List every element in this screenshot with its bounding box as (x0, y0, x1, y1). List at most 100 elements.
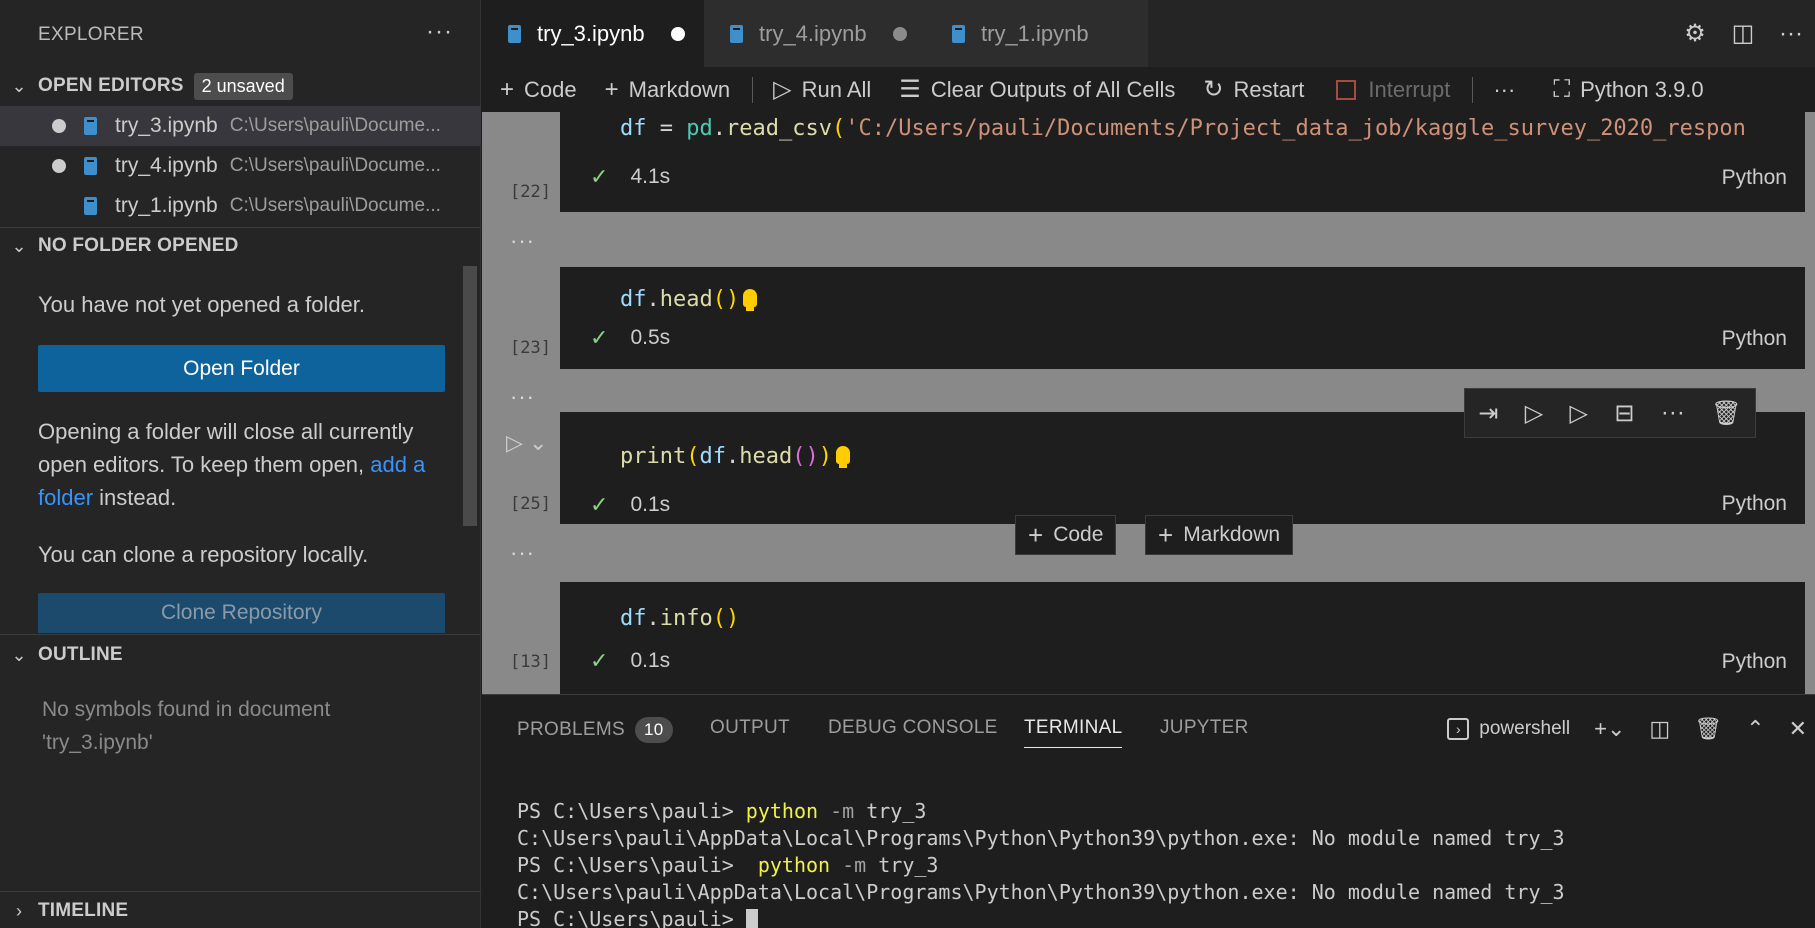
clear-outputs-button[interactable]: ☰ Clear Outputs of All Cells (899, 75, 1175, 104)
dirty-dot-icon[interactable] (52, 159, 66, 173)
tab-label: try_3.ipynb (537, 20, 645, 46)
cell-language[interactable]: Python (1722, 327, 1787, 351)
tab-label: try_4.ipynb (759, 20, 867, 46)
add-code-label: Code (524, 76, 577, 102)
open-editor-item[interactable]: try_4.ipynb C:\Users\pauli\Docume... (0, 146, 481, 186)
cell-code[interactable]: df.head() (620, 287, 758, 312)
unsaved-dot-icon[interactable] (670, 26, 685, 41)
gear-icon[interactable]: ⚙ (1671, 19, 1719, 48)
open-editor-filename: try_3.ipynb (115, 114, 218, 137)
run-all-button[interactable]: ▷ Run All (773, 75, 871, 104)
trash-icon[interactable]: 🗑 (1711, 399, 1741, 428)
tab-jupyter[interactable]: JUPYTER (1160, 717, 1249, 739)
notebook-body: df = pd.read_csv('C:/Users/pauli/Documen… (482, 112, 1815, 694)
add-code-cell-button[interactable]: + Code (500, 76, 577, 104)
code-cell[interactable]: df.info() ✓ 0.1s Python (560, 582, 1805, 694)
toolbar-separator (752, 76, 754, 103)
run-cell-icon[interactable]: ▷ ⌄ (506, 430, 547, 456)
code-cell[interactable]: df = pd.read_csv('C:/Users/pauli/Documen… (560, 112, 1805, 212)
cell-language[interactable]: Python (1722, 166, 1787, 190)
cell-language[interactable]: Python (1722, 650, 1787, 674)
kernel-label: Python 3.9.0 (1580, 76, 1704, 102)
timeline-header[interactable]: › TIMELINE (0, 892, 481, 928)
terminal-line: C:\Users\pauli\AppData\Local\Programs\Py… (517, 880, 1565, 904)
cell-code[interactable]: df = pd.read_csv('C:/Users/pauli/Documen… (620, 116, 1746, 141)
open-editor-path: C:\Users\pauli\Docume... (229, 195, 441, 216)
new-terminal-icon[interactable]: +⌄ (1594, 716, 1625, 742)
tab-try-3[interactable]: try_3.ipynb (482, 0, 704, 67)
code-token: info (659, 606, 713, 631)
toolbar-more-button[interactable]: ··· (1493, 77, 1515, 103)
ellipsis-icon[interactable]: ··· (510, 228, 535, 254)
trash-icon[interactable]: 🗑 (1694, 716, 1722, 742)
tab-debug-console[interactable]: DEBUG CONSOLE (828, 717, 998, 739)
restart-button[interactable]: ↻ Restart (1203, 75, 1304, 104)
run-by-line-icon[interactable]: ⇥ (1478, 399, 1498, 428)
dirty-dot-icon[interactable] (52, 119, 66, 133)
cell-status: ✓ 0.5s (590, 325, 670, 351)
close-icon[interactable]: ✕ (1789, 716, 1807, 742)
clear-outputs-label: Clear Outputs of All Cells (930, 76, 1176, 102)
cell-code[interactable]: df.info() (620, 606, 739, 631)
ellipsis-icon[interactable]: ··· (1661, 399, 1685, 427)
sidebar-scrollbar[interactable] (463, 266, 477, 526)
unsaved-dot-icon[interactable] (892, 26, 907, 41)
open-editor-item[interactable]: try_3.ipynb C:\Users\pauli\Docume... (0, 106, 481, 146)
editor-tab-bar: try_3.ipynb try_4.ipynb try_1.ipynb ⚙ ◫ … (482, 0, 1815, 67)
outline-header[interactable]: ⌄ OUTLINE (0, 636, 481, 674)
tab-try-1[interactable]: try_1.ipynb (926, 0, 1148, 67)
tab-try-4[interactable]: try_4.ipynb (704, 0, 926, 67)
lightbulb-icon[interactable] (835, 446, 850, 468)
code-token: read_csv (726, 116, 832, 141)
cell-code[interactable]: print(df.head()) (620, 444, 850, 469)
split-terminal-icon[interactable]: ◫ (1649, 716, 1670, 742)
ellipsis-icon[interactable]: ··· (510, 540, 535, 566)
open-editors-header[interactable]: ⌄ OPEN EDITORS 2 unsaved (0, 67, 481, 105)
check-icon: ✓ (590, 164, 609, 189)
tab-output[interactable]: OUTPUT (710, 717, 790, 739)
ellipsis-icon[interactable]: ··· (426, 18, 453, 46)
execute-above-icon[interactable]: ▷ (1525, 399, 1543, 428)
terminal-shell-selector[interactable]: › powershell (1447, 718, 1570, 740)
split-editor-icon[interactable]: ◫ (1719, 19, 1767, 48)
kernel-picker[interactable]: ⛶ Python 3.9.0 (1553, 76, 1703, 104)
code-token: () (712, 606, 740, 631)
open-folder-button[interactable]: Open Folder (38, 345, 445, 392)
tab-problems[interactable]: PROBLEMS 10 (517, 717, 673, 743)
lightbulb-icon[interactable] (743, 289, 758, 311)
open-folder-info-suffix: instead. (93, 485, 177, 510)
code-token: = (646, 116, 687, 141)
terminal-line: C:\Users\pauli\AppData\Local\Programs\Py… (517, 826, 1565, 850)
add-markdown-label: Markdown (628, 76, 731, 102)
problems-label: PROBLEMS (517, 719, 625, 740)
ellipsis-icon[interactable]: ··· (510, 384, 535, 410)
insert-markdown-cell-button[interactable]: + Markdown (1145, 515, 1294, 555)
interrupt-button[interactable]: Interrupt (1336, 77, 1450, 103)
cell-duration: 0.5s (630, 326, 671, 349)
code-token: . (646, 606, 660, 631)
open-editor-filename: try_4.ipynb (115, 154, 218, 177)
chevron-up-icon[interactable]: ⌃ (1746, 716, 1764, 742)
terminal-line: PS C:\Users\pauli> python -m try_3 (517, 853, 939, 877)
clear-all-icon: ☰ (899, 76, 921, 103)
ellipsis-icon[interactable]: ··· (1767, 20, 1815, 48)
clone-repository-button[interactable]: Clone Repository (38, 593, 445, 633)
chevron-down-icon: ⌄ (11, 644, 27, 665)
toolbar-separator (1472, 76, 1474, 103)
code-cell[interactable]: df.head() ✓ 0.5s Python (560, 267, 1805, 369)
cell-duration: 0.1s (630, 493, 671, 516)
insert-code-cell-button[interactable]: + Code (1015, 515, 1117, 555)
terminal-output[interactable]: PS C:\Users\pauli> python -m try_3 C:\Us… (517, 771, 1565, 928)
cell-language[interactable]: Python (1722, 492, 1787, 516)
tab-terminal[interactable]: TERMINAL (1024, 717, 1123, 748)
split-cell-icon[interactable]: ⊟ (1614, 399, 1634, 428)
notebook-icon (84, 117, 97, 135)
open-editor-item[interactable]: try_1.ipynb C:\Users\pauli\Docume... (0, 186, 481, 226)
execute-below-icon[interactable]: ▷ (1570, 399, 1588, 428)
add-markdown-cell-button[interactable]: + Markdown (605, 76, 731, 104)
no-folder-header[interactable]: ⌄ NO FOLDER OPENED (0, 227, 481, 265)
notebook-icon (508, 24, 521, 43)
terminal-icon: › (1447, 718, 1470, 740)
code-token: head (739, 444, 793, 469)
terminal-cursor (745, 908, 758, 928)
